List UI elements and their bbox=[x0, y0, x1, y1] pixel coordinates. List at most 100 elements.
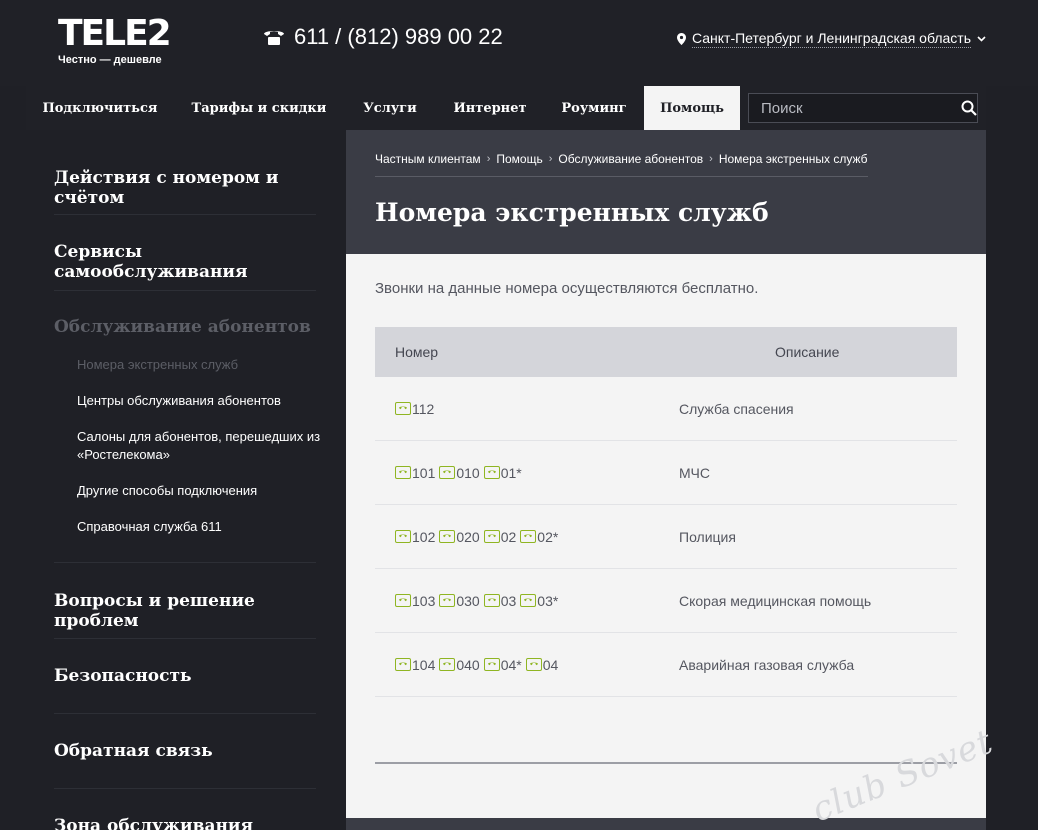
main-content: Частным клиентам › Помощь › Обслуживание… bbox=[346, 130, 986, 830]
sidebar-subitem-rostelecom-salons[interactable]: Салоны для абонентов, перешедших из «Рос… bbox=[77, 428, 327, 464]
phone-icon bbox=[483, 658, 500, 671]
sidebar-section-coverage[interactable]: Зона обслуживания bbox=[54, 816, 316, 830]
intro-text: Звонки на данные номера осуществляются б… bbox=[375, 280, 759, 297]
header-number: Номер bbox=[395, 344, 439, 360]
sidebar-section-self-service[interactable]: Сервисы самообслуживания bbox=[54, 242, 316, 282]
region-selector[interactable]: Санкт-Петербург и Ленинградская область bbox=[676, 30, 986, 48]
emergency-number[interactable]: 02 bbox=[483, 528, 517, 545]
search-icon[interactable] bbox=[960, 94, 977, 122]
phone-icon bbox=[520, 594, 537, 607]
number-value: 03 bbox=[500, 592, 517, 609]
number-value: 04* bbox=[500, 656, 522, 673]
phone-icon bbox=[395, 402, 411, 415]
phone-number: 611 / (812) 989 00 22 bbox=[294, 24, 503, 49]
logo-slogan: Честно — дешевле bbox=[58, 54, 162, 66]
cell-description: Служба спасения bbox=[679, 400, 794, 417]
main-nav: Подключиться Тарифы и скидки Услуги Инте… bbox=[26, 86, 986, 130]
emergency-table: Номер Описание 112 Служба спасения 101 010 0… bbox=[375, 327, 957, 697]
divider bbox=[54, 214, 316, 215]
number-value: 01* bbox=[500, 464, 522, 481]
emergency-number[interactable]: 030 bbox=[439, 592, 480, 609]
cell-numbers: 103 030 03 03* bbox=[375, 593, 679, 609]
emergency-number[interactable]: 04 bbox=[525, 657, 558, 673]
emergency-number[interactable]: 101 bbox=[395, 465, 435, 481]
hotline: 611 / (812) 989 00 22 bbox=[262, 24, 503, 50]
region-label: Санкт-Петербург и Ленинградская область bbox=[691, 30, 971, 48]
nav-tariffs[interactable]: Тарифы и скидки bbox=[174, 86, 344, 130]
nav-services[interactable]: Услуги bbox=[344, 86, 436, 130]
sidebar-subitem-other-ways[interactable]: Другие способы подключения bbox=[77, 482, 327, 500]
search-box bbox=[748, 93, 978, 123]
nav-help[interactable]: Помощь bbox=[644, 86, 740, 130]
nav-roaming[interactable]: Роуминг bbox=[544, 86, 644, 130]
sidebar-subitem-info-611[interactable]: Справочная служба 611 bbox=[77, 518, 327, 536]
table-row: 103 030 03 03* Скорая медицинская помощь bbox=[375, 569, 957, 633]
emergency-number[interactable]: 01* bbox=[483, 464, 522, 481]
phone-icon bbox=[395, 466, 411, 479]
divider bbox=[54, 713, 316, 714]
emergency-number[interactable]: 03* bbox=[520, 593, 558, 609]
phone-icon bbox=[483, 594, 500, 607]
footer-bar bbox=[346, 818, 986, 830]
phone-icon bbox=[395, 594, 411, 607]
emergency-number[interactable]: 020 bbox=[439, 529, 480, 545]
cell-description: Аварийная газовая служба bbox=[679, 656, 855, 673]
breadcrumb: Частным клиентам › Помощь › Обслуживание… bbox=[375, 152, 868, 177]
number-value: 030 bbox=[456, 592, 480, 609]
table-row: 101 010 01* МЧС bbox=[375, 441, 957, 505]
sidebar-section-number-account[interactable]: Действия с номером и счётом bbox=[54, 168, 316, 208]
site-header: TELE2 Честно — дешевле 611 / (812) 989 0… bbox=[0, 0, 1038, 86]
chevron-right-icon: › bbox=[709, 153, 713, 165]
breadcrumb-private-clients[interactable]: Частным клиентам bbox=[375, 152, 481, 166]
number-value: 010 bbox=[456, 464, 480, 481]
emergency-number[interactable]: 040 bbox=[439, 657, 480, 673]
sidebar-section-questions[interactable]: Вопросы и решение проблем bbox=[54, 591, 316, 631]
cell-numbers: 102 020 02 02* bbox=[375, 529, 679, 545]
phone-icon bbox=[525, 658, 542, 671]
divider bbox=[54, 788, 316, 789]
emergency-number[interactable]: 010 bbox=[439, 464, 480, 481]
brand-logo[interactable]: TELE2 Честно — дешевле bbox=[58, 14, 172, 67]
emergency-number[interactable]: 102 bbox=[395, 529, 435, 545]
number-value: 101 bbox=[412, 464, 436, 481]
phone-icon bbox=[395, 530, 411, 543]
cell-description: Полиция bbox=[679, 528, 736, 545]
number-value: 102 bbox=[412, 528, 436, 545]
nav-connect[interactable]: Подключиться bbox=[26, 86, 174, 130]
emergency-number[interactable]: 112 bbox=[395, 401, 434, 417]
sidebar-section-feedback[interactable]: Обратная связь bbox=[54, 741, 316, 761]
phone-icon bbox=[439, 658, 456, 671]
emergency-number[interactable]: 04* bbox=[483, 656, 522, 673]
breadcrumb-help[interactable]: Помощь bbox=[496, 152, 542, 166]
divider bbox=[54, 562, 316, 563]
breadcrumb-current: Номера экстренных служб bbox=[718, 152, 868, 166]
header-description: Описание bbox=[775, 344, 840, 360]
emergency-number[interactable]: 104 bbox=[395, 657, 435, 673]
sidebar-subitem-emergency[interactable]: Номера экстренных служб bbox=[77, 356, 327, 374]
phone-icon bbox=[439, 466, 456, 479]
sidebar-section-security[interactable]: Безопасность bbox=[54, 666, 316, 686]
page-header: Частным клиентам › Помощь › Обслуживание… bbox=[346, 130, 986, 254]
sidebar-section-subscriber-service[interactable]: Обслуживание абонентов bbox=[54, 317, 316, 337]
telephone-icon bbox=[264, 31, 284, 45]
number-value: 02 bbox=[500, 528, 517, 545]
sidebar-subitem-service-centers[interactable]: Центры обслуживания абонентов bbox=[77, 392, 327, 410]
divider bbox=[375, 762, 957, 764]
chevron-right-icon: › bbox=[486, 153, 491, 165]
chevron-down-icon bbox=[977, 36, 986, 42]
table-header: Номер Описание bbox=[375, 327, 957, 377]
emergency-number[interactable]: 03 bbox=[483, 592, 517, 609]
number-value: 02* bbox=[537, 528, 559, 545]
divider bbox=[54, 638, 316, 639]
breadcrumb-subscriber-service[interactable]: Обслуживание абонентов bbox=[558, 152, 703, 166]
number-value: 112 bbox=[412, 400, 435, 417]
emergency-number[interactable]: 02* bbox=[520, 529, 558, 545]
search-input[interactable] bbox=[749, 99, 960, 117]
emergency-number[interactable]: 103 bbox=[395, 593, 435, 609]
phone-icon bbox=[483, 466, 500, 479]
phone-icon bbox=[439, 530, 456, 543]
nav-internet[interactable]: Интернет bbox=[436, 86, 544, 130]
divider bbox=[54, 290, 316, 291]
chevron-right-icon: › bbox=[548, 153, 553, 165]
cell-numbers: 112 bbox=[375, 401, 679, 417]
